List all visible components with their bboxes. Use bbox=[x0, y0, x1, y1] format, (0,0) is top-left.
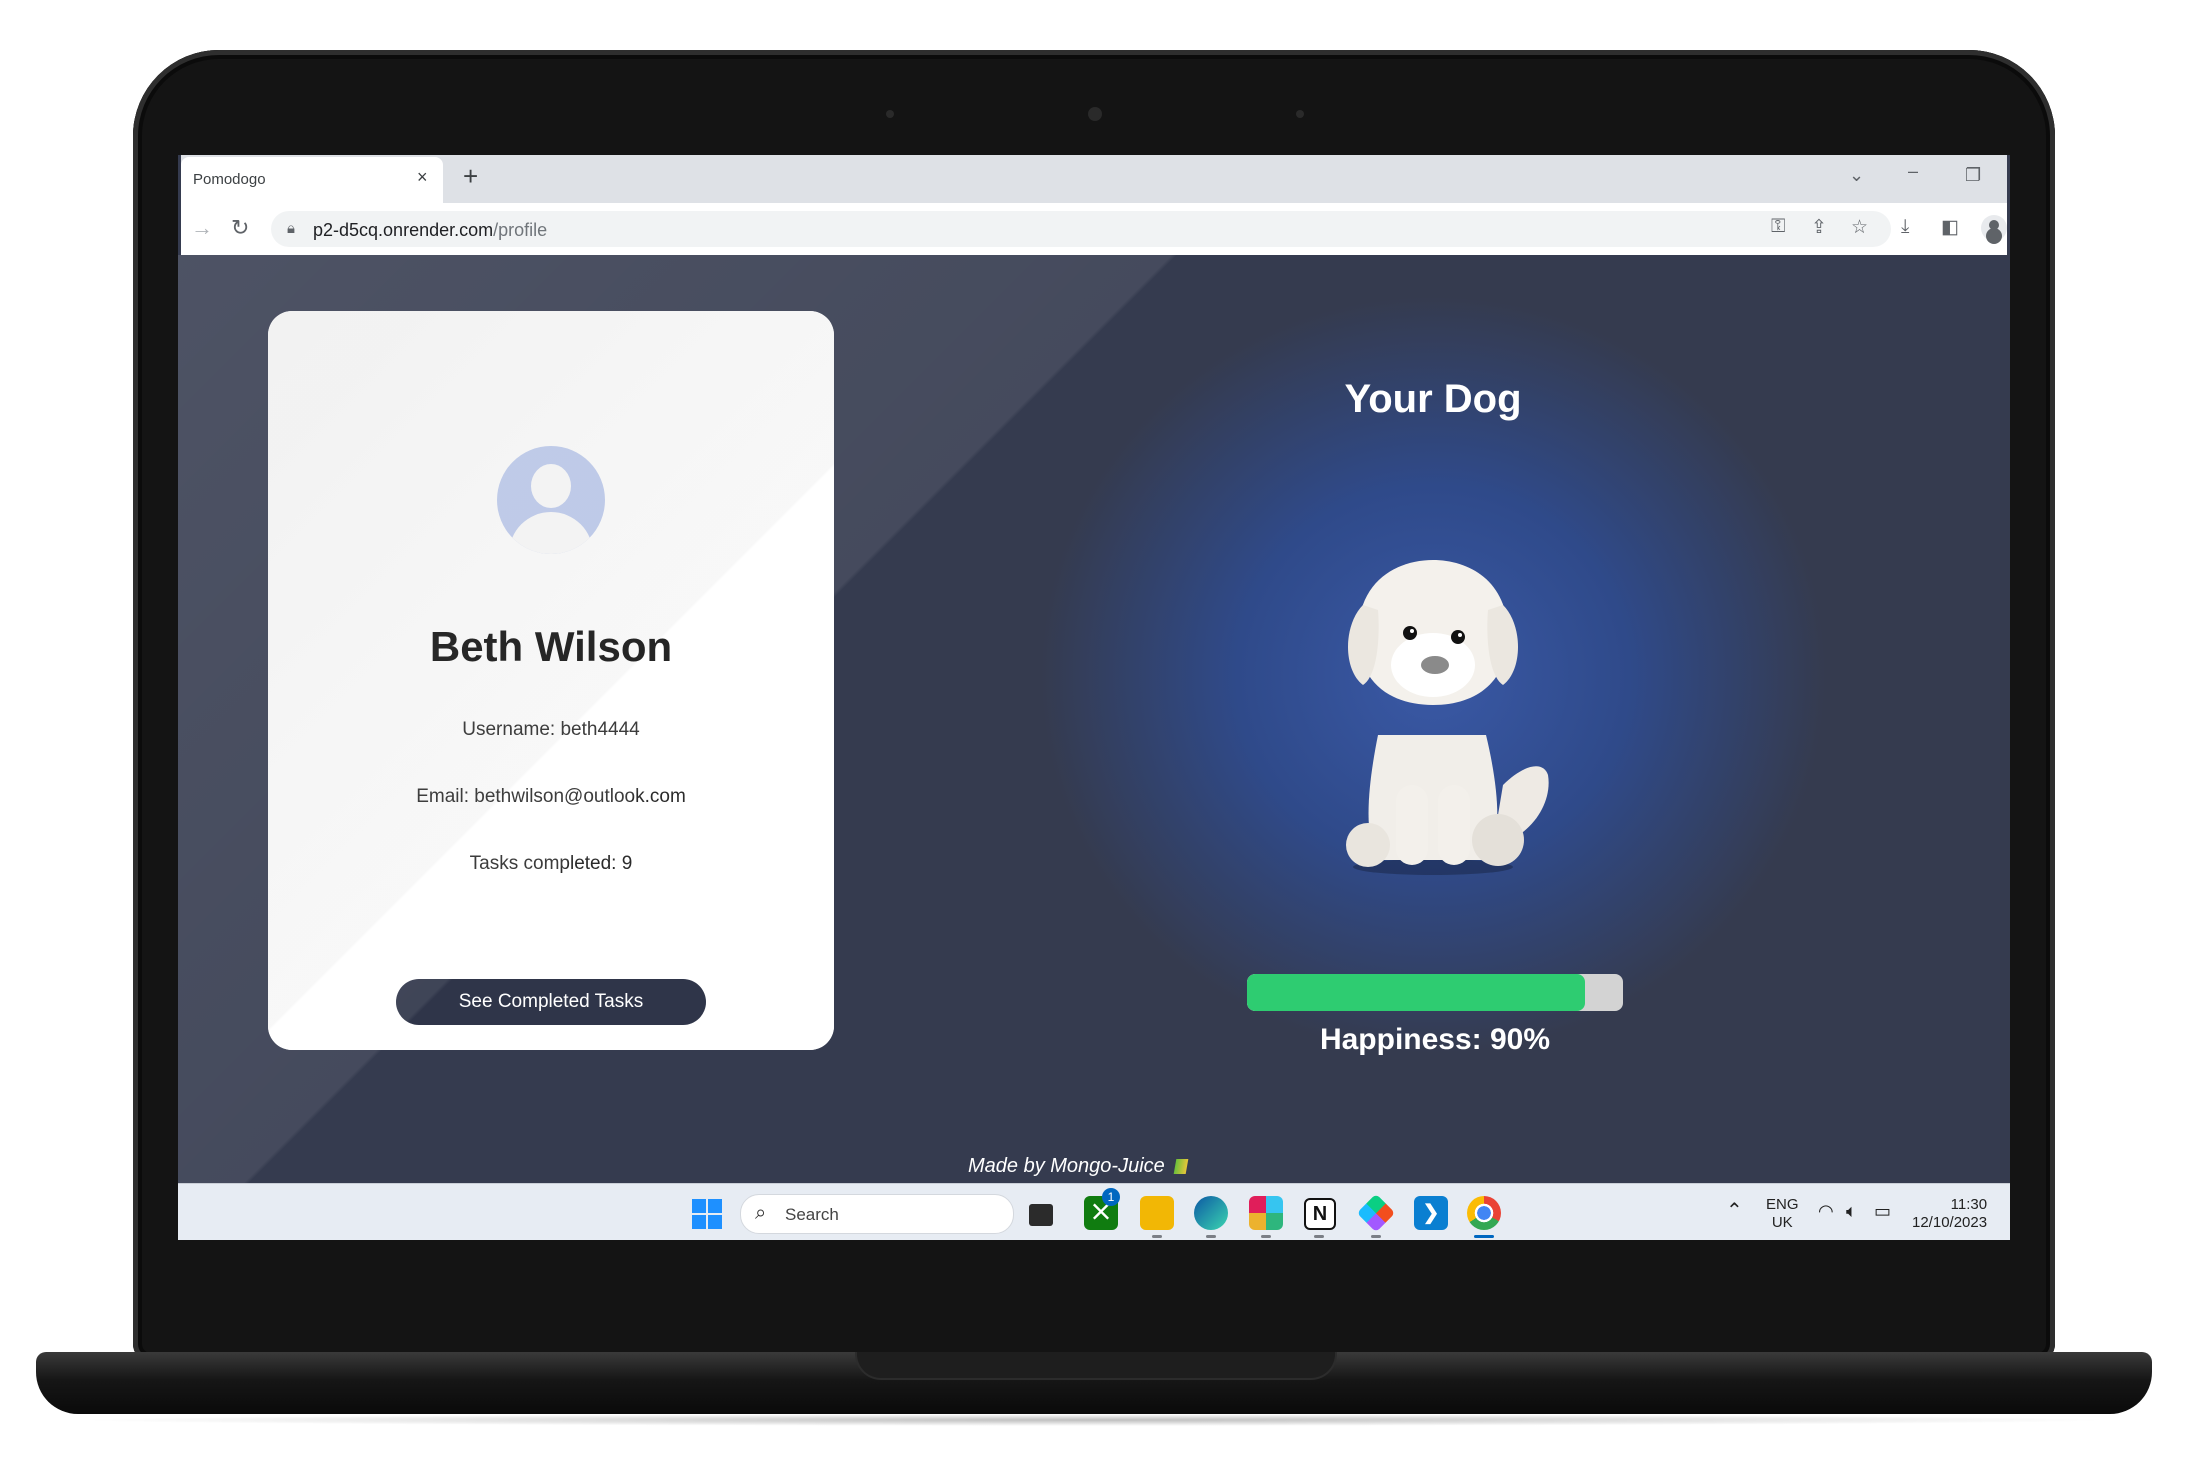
share-icon[interactable]: ⇪ bbox=[1811, 216, 1827, 239]
browser-toolbar: → ↻ 🔒︎ p2-d5cq.onrender.com/profile ⚿ ⇪ … bbox=[181, 203, 2007, 256]
language-bottom: UK bbox=[1771, 1214, 1793, 1231]
browser-tabbar: Pomodogo × + ⌄ – ❐ bbox=[181, 155, 2007, 203]
windows-start-icon[interactable] bbox=[692, 1199, 722, 1229]
happiness-bar-fill bbox=[1247, 974, 1586, 1011]
reload-icon[interactable]: ↻ bbox=[231, 215, 249, 241]
notion-running-dot bbox=[1314, 1235, 1324, 1238]
figma-running-dot bbox=[1371, 1235, 1381, 1238]
notion-icon[interactable]: N bbox=[1304, 1198, 1336, 1230]
laptop-notch bbox=[855, 1352, 1337, 1380]
dog-eye-left bbox=[1403, 626, 1417, 640]
happiness-label: Happiness: 90% bbox=[1319, 1023, 1551, 1056]
restore-icon[interactable]: ❐ bbox=[1965, 165, 1981, 186]
dog-title: Your Dog bbox=[1344, 377, 1522, 421]
dog-leg-back-left bbox=[1346, 823, 1390, 867]
taskbar: ⌕ Search ⨉ 1 N ❯ ⌃ ENG UK ◠ 🔈︎ ▭ 11:30 1… bbox=[178, 1183, 2010, 1240]
dog-leg-back-right bbox=[1472, 814, 1524, 866]
dog-nose bbox=[1421, 656, 1449, 674]
sensor-right bbox=[1296, 110, 1304, 118]
taskbar-search-label: Search bbox=[785, 1205, 839, 1224]
profile-username: Username: beth4444 bbox=[462, 719, 640, 740]
language-indicator[interactable]: ENG UK bbox=[1766, 1196, 1799, 1232]
dog-illustration bbox=[1346, 560, 1549, 875]
screen: Pomodogo × + ⌄ – ❐ → ↻ 🔒︎ p2-d5cq.onrend… bbox=[178, 155, 2010, 1240]
avatar-head bbox=[531, 464, 571, 508]
file-explorer-running-dot bbox=[1152, 1235, 1162, 1238]
profile-icon[interactable] bbox=[1981, 215, 2007, 241]
url-text: p2-d5cq.onrender.com/profile bbox=[313, 220, 547, 241]
chevron-up-icon[interactable]: ⌃ bbox=[1726, 1201, 1743, 1221]
avatar bbox=[497, 446, 605, 554]
tab-title: Pomodogo bbox=[193, 171, 266, 188]
edge-icon[interactable] bbox=[1194, 1196, 1228, 1230]
clock-date: 12/10/2023 bbox=[1912, 1214, 1988, 1231]
dog-eye-right bbox=[1451, 630, 1465, 644]
browser-tab[interactable]: Pomodogo × bbox=[181, 157, 443, 203]
happiness-bar bbox=[1247, 974, 1623, 1011]
language-top: ENG bbox=[1766, 1196, 1799, 1213]
url-host: p2-d5cq.onrender.com bbox=[313, 220, 494, 240]
search-icon: ⌕ bbox=[755, 1202, 767, 1224]
see-completed-tasks-button[interactable]: See Completed Tasks bbox=[396, 979, 706, 1025]
profile-tasks-completed: Tasks completed: 9 bbox=[469, 853, 633, 874]
new-tab-icon[interactable]: + bbox=[463, 163, 478, 189]
profile-card: Beth Wilson Username: beth4444 Email: be… bbox=[268, 311, 834, 1050]
slack-running-dot bbox=[1261, 1235, 1271, 1238]
volume-icon[interactable]: 🔈︎ bbox=[1846, 1202, 1857, 1220]
taskbar-search[interactable]: ⌕ Search bbox=[740, 1194, 1014, 1234]
clock-time: 11:30 bbox=[1950, 1196, 1988, 1213]
battery-icon[interactable]: ▭ bbox=[1874, 1202, 1891, 1220]
figma-icon[interactable] bbox=[1356, 1193, 1396, 1233]
clock[interactable]: 11:30 12/10/2023 bbox=[1912, 1196, 1987, 1232]
chrome-running-dot bbox=[1474, 1235, 1494, 1238]
slack-icon[interactable] bbox=[1249, 1196, 1283, 1230]
laptop-shadow bbox=[70, 1414, 2120, 1426]
star-icon[interactable]: ☆ bbox=[1851, 216, 1868, 239]
file-explorer-icon[interactable] bbox=[1140, 1196, 1174, 1230]
footer-text: Made by Mongo-Juice bbox=[968, 1155, 1165, 1177]
profile-name: Beth Wilson bbox=[429, 623, 673, 670]
chevron-down-icon[interactable]: ⌄ bbox=[1849, 165, 1864, 186]
sidebar-icon[interactable]: ◧ bbox=[1941, 216, 1959, 239]
dog-leg-front-right bbox=[1438, 785, 1470, 865]
footer-credit: Made by Mongo-Juice bbox=[968, 1155, 1189, 1178]
dog-leg-front-left bbox=[1396, 785, 1428, 865]
url-path: /profile bbox=[493, 220, 548, 240]
juice-icon bbox=[1173, 1159, 1189, 1175]
key-icon[interactable]: ⚿ bbox=[1771, 216, 1785, 238]
vscode-icon[interactable]: ❯ bbox=[1414, 1196, 1448, 1230]
dog-eye-right-shine bbox=[1458, 633, 1462, 637]
wifi-icon[interactable]: ◠ bbox=[1818, 1202, 1834, 1220]
download-icon[interactable]: ⤓ bbox=[1901, 216, 1909, 238]
profile-email: Email: bethwilson@outlook.com bbox=[416, 786, 686, 807]
profile-page: Beth Wilson Username: beth4444 Email: be… bbox=[178, 255, 2010, 1183]
avatar-body bbox=[509, 512, 593, 554]
task-view-icon[interactable] bbox=[1029, 1204, 1053, 1226]
webcam bbox=[1088, 107, 1102, 121]
back-icon[interactable]: → bbox=[191, 215, 213, 241]
minimize-icon[interactable]: – bbox=[1908, 161, 1918, 182]
edge-running-dot bbox=[1206, 1235, 1216, 1238]
lock-icon: 🔒︎ bbox=[287, 220, 295, 237]
sensor-left bbox=[886, 110, 894, 118]
close-icon[interactable]: × bbox=[417, 167, 428, 188]
chrome-icon[interactable] bbox=[1467, 1196, 1501, 1230]
address-bar[interactable]: 🔒︎ p2-d5cq.onrender.com/profile bbox=[271, 211, 1891, 247]
dog-eye-left-shine bbox=[1410, 629, 1414, 633]
notification-badge: 1 bbox=[1102, 1188, 1120, 1206]
